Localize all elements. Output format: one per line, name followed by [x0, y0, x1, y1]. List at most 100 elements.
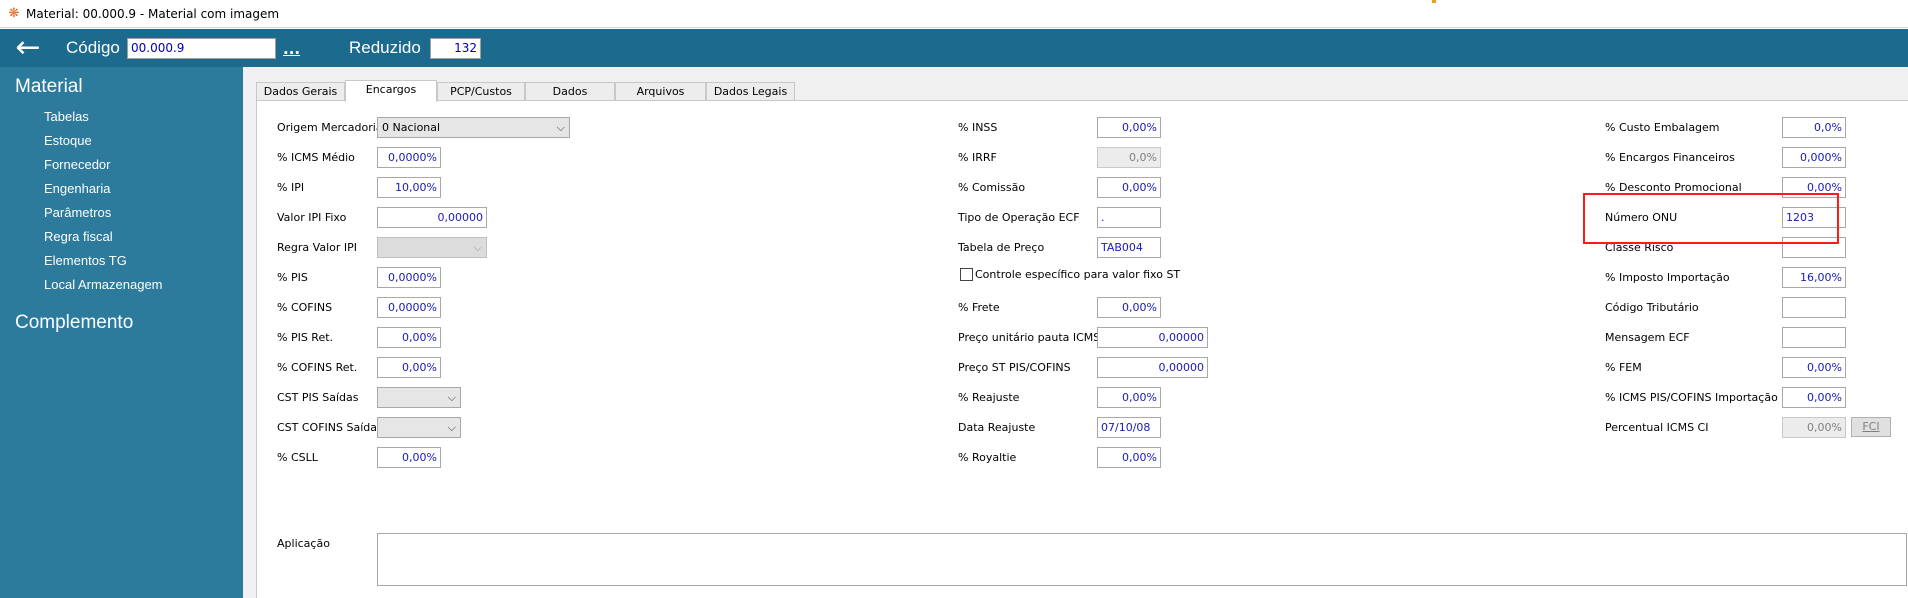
- codigo-field[interactable]: 00.000.9: [127, 38, 276, 59]
- irrf-field[interactable]: 0,0%: [1097, 147, 1161, 168]
- pis-label: % PIS: [277, 271, 308, 284]
- irrf-label: % IRRF: [958, 151, 997, 164]
- origem-mercadoria-label: Origem Mercadoria: [277, 121, 383, 134]
- tipo-operacao-ecf-label: Tipo de Operação ECF: [958, 211, 1080, 224]
- tab-pcp-custos[interactable]: PCP/Custos: [437, 82, 525, 101]
- tab-dados-gerais[interactable]: Dados Gerais: [256, 82, 345, 101]
- back-arrow-icon[interactable]: ←: [8, 32, 48, 64]
- origem-mercadoria-select[interactable]: 0 Nacional ⌵: [377, 117, 570, 138]
- imposto-importacao-label: % Imposto Importação: [1605, 271, 1730, 284]
- pis-field[interactable]: 0,0000%: [377, 267, 441, 288]
- codigo-lookup-button[interactable]: ...: [283, 29, 300, 69]
- royaltie-label: % Royaltie: [958, 451, 1017, 464]
- chevron-down-icon: ⌵: [447, 421, 456, 434]
- fem-label: % FEM: [1605, 361, 1642, 374]
- comissao-label: % Comissão: [958, 181, 1026, 194]
- icms-medio-field[interactable]: 0,0000%: [377, 147, 441, 168]
- inss-label: % INSS: [958, 121, 998, 134]
- sidebar-section-complemento[interactable]: Complemento: [15, 312, 133, 334]
- frete-label: % Frete: [958, 301, 1000, 314]
- origem-mercadoria-value: 0 Nacional: [382, 121, 441, 134]
- valor-ipi-fixo-field[interactable]: 0,00000: [377, 207, 487, 228]
- regra-valor-ipi-label: Regra Valor IPI: [277, 241, 357, 254]
- data-reajuste-field[interactable]: 07/10/08: [1097, 417, 1161, 438]
- sidebar-item-local-armazenagem[interactable]: Local Armazenagem: [44, 277, 163, 292]
- preco-pauta-icms-label: Preço unitário pauta ICMS: [958, 331, 1101, 344]
- chevron-down-icon: ⌵: [447, 391, 456, 404]
- csll-label: % CSLL: [277, 451, 318, 464]
- regra-valor-ipi-select[interactable]: ⌵: [377, 237, 487, 258]
- inss-field[interactable]: 0,00%: [1097, 117, 1161, 138]
- chevron-down-icon: ⌵: [473, 241, 482, 254]
- sidebar-item-elementos-tg[interactable]: Elementos TG: [44, 253, 127, 268]
- controle-especifico-label: Controle específico para valor fixo ST: [975, 268, 1181, 281]
- cofins-ret-label: % COFINS Ret.: [277, 361, 358, 374]
- mensagem-ecf-label: Mensagem ECF: [1605, 331, 1690, 344]
- sidebar: Material Tabelas Estoque Fornecedor Enge…: [0, 67, 243, 598]
- title-accent: [1432, 0, 1436, 3]
- cst-pis-saidas-label: CST PIS Saídas: [277, 391, 359, 404]
- valor-ipi-fixo-label: Valor IPI Fixo: [277, 211, 347, 224]
- sidebar-item-estoque[interactable]: Estoque: [44, 133, 92, 148]
- pis-ret-label: % PIS Ret.: [277, 331, 334, 344]
- encargos-financeiros-field[interactable]: 0,000%: [1782, 147, 1846, 168]
- codigo-label: Código: [66, 38, 120, 57]
- custo-embalagem-field[interactable]: 0,0%: [1782, 117, 1846, 138]
- mensagem-ecf-field[interactable]: [1782, 327, 1846, 348]
- tabela-preco-label: Tabela de Preço: [958, 241, 1045, 254]
- csll-field[interactable]: 0,00%: [377, 447, 441, 468]
- preco-st-pis-cofins-label: Preço ST PIS/COFINS: [958, 361, 1071, 374]
- cofins-field[interactable]: 0,0000%: [377, 297, 441, 318]
- app-icon: ❋: [8, 6, 20, 21]
- fem-field[interactable]: 0,00%: [1782, 357, 1846, 378]
- aplicacao-textarea[interactable]: [377, 533, 1907, 586]
- icms-pis-cofins-importacao-field[interactable]: 0,00%: [1782, 387, 1846, 408]
- codigo-tributario-field[interactable]: [1782, 297, 1846, 318]
- cofins-label: % COFINS: [277, 301, 333, 314]
- tipo-operacao-ecf-field[interactable]: .: [1097, 207, 1161, 228]
- encargos-panel: Origem Mercadoria 0 Nacional ⌵ % ICMS Méd…: [256, 100, 1908, 598]
- tab-dados-adicionais[interactable]: Dados Adicionais: [525, 82, 615, 116]
- record-header: ← Código 00.000.9 ... Reduzido 132: [0, 29, 1908, 67]
- cst-pis-saidas-select[interactable]: ⌵: [377, 387, 461, 408]
- preco-pauta-icms-field[interactable]: 0,00000: [1097, 327, 1208, 348]
- sidebar-item-engenharia[interactable]: Engenharia: [44, 181, 111, 196]
- ipi-label: % IPI: [277, 181, 305, 194]
- icms-medio-label: % ICMS Médio: [277, 151, 355, 164]
- preco-st-pis-cofins-field[interactable]: 0,00000: [1097, 357, 1208, 378]
- sidebar-item-tabelas[interactable]: Tabelas: [44, 109, 89, 124]
- tab-dados-legais[interactable]: Dados Legais: [706, 82, 795, 101]
- ipi-field[interactable]: 10,00%: [377, 177, 441, 198]
- icms-pis-cofins-importacao-label: % ICMS PIS/COFINS Importação: [1605, 391, 1778, 404]
- pis-ret-field[interactable]: 0,00%: [377, 327, 441, 348]
- reduzido-label: Reduzido: [349, 38, 421, 57]
- codigo-tributario-label: Código Tributário: [1605, 301, 1699, 314]
- title-bar: ❋ Material: 00.000.9 - Material com imag…: [0, 0, 1908, 28]
- reajuste-field[interactable]: 0,00%: [1097, 387, 1161, 408]
- reajuste-label: % Reajuste: [958, 391, 1020, 404]
- tabela-preco-field[interactable]: TAB004: [1097, 237, 1161, 258]
- percentual-icms-ci-label: Percentual ICMS CI: [1605, 421, 1709, 434]
- tab-encargos[interactable]: Encargos: [345, 80, 437, 102]
- imposto-importacao-field[interactable]: 16,00%: [1782, 267, 1846, 288]
- cofins-ret-field[interactable]: 0,00%: [377, 357, 441, 378]
- data-reajuste-label: Data Reajuste: [958, 421, 1036, 434]
- sidebar-item-regra-fiscal[interactable]: Regra fiscal: [44, 229, 113, 244]
- royaltie-field[interactable]: 0,00%: [1097, 447, 1161, 468]
- window-title: Material: 00.000.9 - Material com imagem: [26, 7, 280, 21]
- tab-arquivos[interactable]: Arquivos: [615, 82, 706, 101]
- highlight-box: [1583, 193, 1839, 244]
- sidebar-item-parametros[interactable]: Parâmetros: [44, 205, 111, 220]
- chevron-down-icon: ⌵: [556, 121, 565, 134]
- fci-button[interactable]: FCI: [1851, 417, 1891, 437]
- controle-especifico-checkbox[interactable]: [960, 268, 973, 281]
- percentual-icms-ci-field[interactable]: 0,00%: [1782, 417, 1846, 438]
- reduzido-field[interactable]: 132: [430, 38, 481, 59]
- cst-cofins-saidas-select[interactable]: ⌵: [377, 417, 461, 438]
- sidebar-item-fornecedor[interactable]: Fornecedor: [44, 157, 110, 172]
- comissao-field[interactable]: 0,00%: [1097, 177, 1161, 198]
- aplicacao-label: Aplicação: [277, 537, 330, 550]
- frete-field[interactable]: 0,00%: [1097, 297, 1161, 318]
- custo-embalagem-label: % Custo Embalagem: [1605, 121, 1720, 134]
- sidebar-section-material[interactable]: Material: [15, 76, 83, 98]
